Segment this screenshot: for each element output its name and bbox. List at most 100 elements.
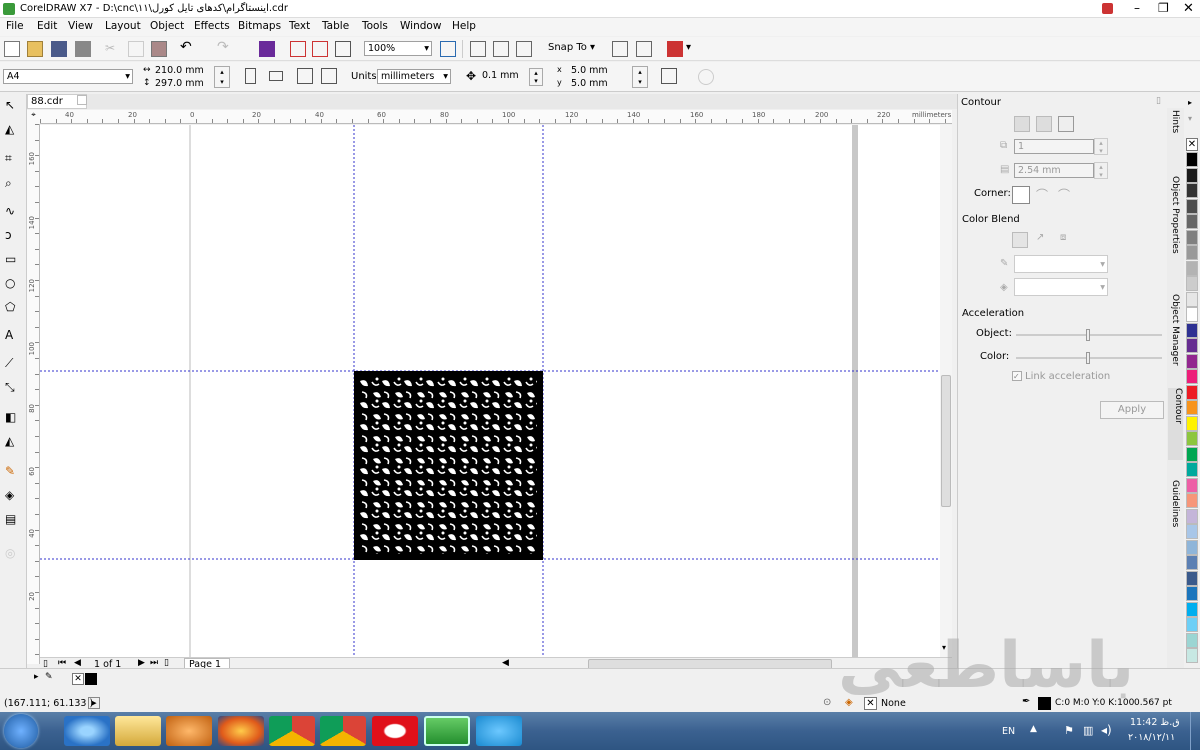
palette-swatch[interactable] <box>1186 183 1198 198</box>
palette-swatch[interactable] <box>1186 276 1198 291</box>
polygon-tool-icon[interactable]: ⬠ <box>5 300 21 316</box>
telegram-icon[interactable] <box>476 716 522 746</box>
docker-tab-object-manager[interactable]: Object Manager <box>1170 294 1180 366</box>
coreldraw-icon[interactable] <box>424 716 470 746</box>
play-icon[interactable]: ▶ <box>88 697 100 709</box>
new-document-icon[interactable] <box>4 41 20 57</box>
zoom-tool-icon[interactable]: ⌕ <box>5 176 21 192</box>
palette-swatch[interactable] <box>1186 431 1198 446</box>
opera-icon[interactable] <box>372 716 418 746</box>
crop-tool-icon[interactable]: ⌗ <box>5 151 21 167</box>
landscape-icon[interactable] <box>269 71 283 81</box>
palette-swatch[interactable] <box>1186 415 1198 431</box>
vertical-scroll-thumb[interactable] <box>941 375 951 507</box>
scroll-down-icon[interactable]: ▾ <box>942 643 946 652</box>
internet-explorer-icon[interactable] <box>64 716 110 746</box>
palette-swatch[interactable] <box>1186 601 1198 617</box>
current-page-icon[interactable] <box>321 68 337 84</box>
steps-spinner[interactable]: ▴ ▾ <box>1094 138 1108 155</box>
palette-swatch[interactable] <box>1186 524 1198 539</box>
treat-as-filled-icon[interactable] <box>661 68 677 84</box>
size-spinner[interactable]: ▴ ▾ <box>214 66 230 88</box>
offset-field[interactable]: 2.54 mm <box>1014 163 1094 178</box>
palette-swatch[interactable] <box>1186 477 1198 493</box>
palette-swatch[interactable] <box>1186 214 1198 229</box>
eyedropper-small-icon[interactable]: ✎ <box>45 672 53 682</box>
palette-swatch[interactable] <box>1186 369 1198 384</box>
parallel-dimension-icon[interactable]: ⟋ <box>5 356 21 372</box>
inside-contour-icon[interactable] <box>1036 116 1052 132</box>
palette-swatch[interactable] <box>1186 400 1198 415</box>
drop-shadow-icon[interactable]: ◧ <box>5 410 21 426</box>
palette-swatch[interactable] <box>1186 648 1198 663</box>
copy-icon[interactable] <box>128 41 144 57</box>
drawing-canvas[interactable] <box>40 125 940 657</box>
palette-swatch[interactable] <box>1186 167 1198 183</box>
document-colors-none-swatch[interactable]: ✕ <box>72 673 84 685</box>
import-icon[interactable] <box>290 41 306 57</box>
menu-help[interactable]: Help <box>452 20 476 32</box>
interactive-fill-icon[interactable]: ◈ <box>5 488 21 504</box>
add-page-end-icon[interactable]: ▯ <box>164 658 169 668</box>
scroll-left-icon[interactable]: ◀ <box>502 658 509 668</box>
show-guidelines-icon[interactable] <box>516 41 532 57</box>
color-acceleration-slider[interactable] <box>1016 352 1162 364</box>
close-button[interactable]: ✕ <box>1183 1 1194 16</box>
apply-button[interactable]: Apply <box>1100 401 1164 419</box>
duplicate-spinner[interactable]: ▴ ▾ <box>632 66 648 88</box>
welcome-screen-icon[interactable] <box>667 41 683 57</box>
publish-pdf-icon[interactable] <box>335 41 351 57</box>
tray-expand-icon[interactable]: ▲ <box>1030 724 1037 734</box>
docker-tab-guidelines[interactable]: Guidelines <box>1170 480 1180 527</box>
search-content-icon[interactable] <box>259 41 275 57</box>
palette-swatch[interactable] <box>1186 322 1198 338</box>
palette-swatch[interactable] <box>1186 617 1198 632</box>
palette-swatch[interactable] <box>1186 555 1198 570</box>
tray-flag-icon[interactable]: ⚑ <box>1064 724 1074 737</box>
export-icon[interactable] <box>312 41 328 57</box>
docker-restore-icon[interactable]: ▯ <box>1156 96 1161 106</box>
menu-view[interactable]: View <box>68 20 93 32</box>
outside-contour-icon[interactable] <box>1058 116 1074 132</box>
redo-icon[interactable]: ↷ <box>217 39 233 55</box>
palette-swatch[interactable] <box>1186 570 1198 586</box>
steps-field[interactable]: 1 <box>1014 139 1094 154</box>
document-colors-black-swatch[interactable] <box>85 673 97 685</box>
show-grid-icon[interactable] <box>493 41 509 57</box>
clockwise-blend-icon[interactable]: ↗ <box>1036 232 1052 248</box>
palette-swatch[interactable] <box>1186 384 1198 400</box>
link-acceleration-checkbox[interactable]: ✓ <box>1012 371 1022 381</box>
palette-swatch[interactable] <box>1186 446 1198 462</box>
snap-to-button[interactable]: Snap To ▾ <box>548 42 595 53</box>
docker-tab-contour[interactable]: Contour <box>1168 388 1183 460</box>
vertical-ruler[interactable]: 160 140 120 100 80 60 40 20 <box>27 124 40 664</box>
to-center-icon[interactable] <box>1014 116 1030 132</box>
file-explorer-icon[interactable] <box>115 716 161 746</box>
palette-swatch[interactable] <box>1186 632 1198 648</box>
eyedropper-icon[interactable]: ✎ <box>5 464 21 480</box>
cut-icon[interactable]: ✂ <box>105 41 121 57</box>
menu-text[interactable]: Text <box>289 20 310 32</box>
vertical-scrollbar[interactable]: ▾ <box>940 125 952 657</box>
palette-swatch[interactable] <box>1186 307 1198 322</box>
menu-effects[interactable]: Effects <box>194 20 230 32</box>
show-desktop-button[interactable] <box>1190 712 1200 750</box>
text-tool-icon[interactable]: A <box>5 328 21 344</box>
nudge-distance-field[interactable]: 0.1 mm <box>479 69 529 84</box>
docker-tab-hints[interactable]: Hints <box>1170 110 1180 133</box>
palette-swatch[interactable] <box>1186 260 1198 276</box>
menu-table[interactable]: Table <box>322 20 349 32</box>
menu-tools[interactable]: Tools <box>362 20 388 32</box>
connector-tool-icon[interactable]: ⤡ <box>5 380 21 396</box>
tray-network-icon[interactable]: ▥ <box>1083 724 1093 737</box>
palette-swatch[interactable] <box>1186 229 1198 245</box>
ellipse-tool-icon[interactable]: ○ <box>5 276 21 292</box>
palette-swatch[interactable] <box>1186 152 1198 167</box>
floral-tile-pattern[interactable] <box>354 371 543 560</box>
application-launcher-icon[interactable] <box>636 41 652 57</box>
save-icon[interactable] <box>51 41 67 57</box>
menu-bitmaps[interactable]: Bitmaps <box>238 20 281 32</box>
maximize-button[interactable]: ❐ <box>1158 1 1169 15</box>
toolbar-overflow-icon[interactable]: ▾ <box>686 42 691 53</box>
open-icon[interactable] <box>27 41 43 57</box>
